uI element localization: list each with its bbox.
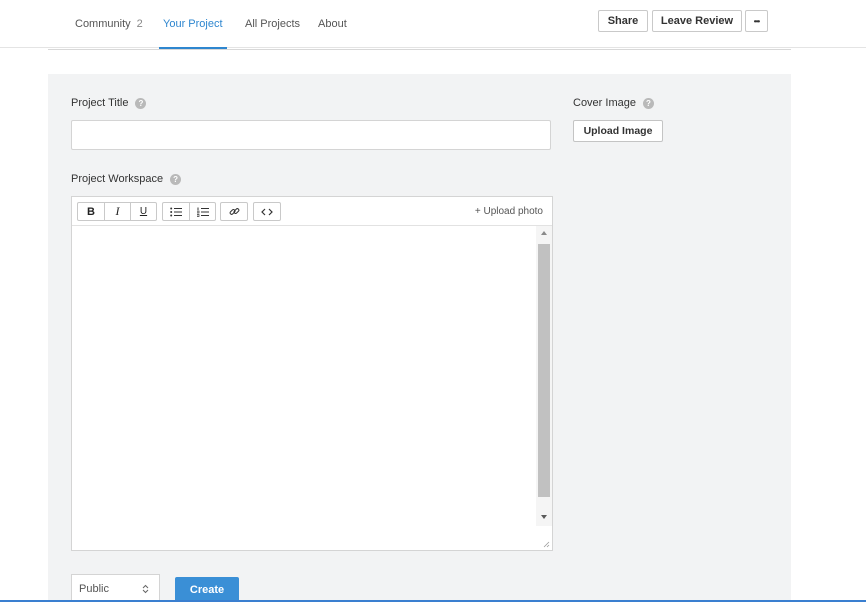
code-icon (261, 208, 273, 215)
project-title-label: Project Title ? (71, 97, 147, 109)
more-icon: ••• (753, 16, 760, 26)
share-button-label: Share (607, 15, 639, 27)
cover-image-label: Cover Image ? (573, 97, 654, 109)
create-button[interactable]: Create (175, 577, 239, 602)
project-workspace-label: Project Workspace ? (71, 173, 182, 185)
help-icon[interactable]: ? (642, 97, 654, 109)
bulleted-list-icon (170, 207, 182, 216)
create-button-label: Create (189, 583, 225, 596)
numbered-list-icon (196, 207, 209, 217)
project-title-label-text: Project Title (71, 97, 129, 109)
upload-photo-link[interactable]: + Upload photo (475, 197, 543, 225)
tab-community-label: Community (75, 18, 131, 30)
leave-review-button[interactable]: Leave Review (652, 10, 742, 32)
share-button[interactable]: Share (598, 10, 648, 32)
workspace-editor: B I U + Upload photo (71, 196, 553, 551)
cover-image-label-text: Cover Image (573, 97, 636, 109)
link-button-group (220, 202, 248, 221)
upload-photo-label: + Upload photo (474, 205, 543, 217)
project-workspace-label-text: Project Workspace (71, 173, 164, 185)
code-button[interactable] (254, 203, 280, 220)
tab-all-projects-label: All Projects (245, 18, 301, 30)
tab-all-projects[interactable]: All Projects (245, 0, 300, 48)
underline-button[interactable]: U (130, 203, 156, 220)
editor-scrollbar[interactable] (536, 226, 552, 526)
editor-toolbar: B I U + Upload photo (72, 197, 552, 226)
tab-your-project-label: Your Project (163, 18, 223, 30)
italic-button[interactable]: I (104, 203, 130, 220)
italic-icon: I (115, 204, 120, 218)
scrollbar-thumb[interactable] (538, 244, 550, 497)
resize-handle-icon[interactable] (542, 540, 550, 548)
bulleted-list-button[interactable] (163, 203, 189, 220)
workspace-text-area[interactable] (72, 226, 536, 550)
upload-image-button-label: Upload Image (583, 125, 653, 137)
visibility-value: Public (79, 582, 109, 595)
upload-image-button[interactable]: Upload Image (573, 120, 663, 142)
scroll-down-icon[interactable] (541, 515, 547, 519)
tab-community[interactable]: Community 2 (75, 0, 143, 48)
list-button-group (162, 202, 216, 221)
code-button-group (253, 202, 281, 221)
numbered-list-button[interactable] (189, 203, 215, 220)
leave-review-button-label: Leave Review (660, 15, 734, 27)
underline-icon: U (139, 206, 148, 217)
help-icon[interactable]: ? (135, 97, 147, 109)
help-icon[interactable]: ? (170, 173, 182, 185)
community-count-badge: 2 (136, 18, 143, 30)
scroll-up-icon[interactable] (541, 231, 547, 235)
tab-your-project[interactable]: Your Project (159, 0, 227, 49)
insert-link-button[interactable] (221, 203, 247, 220)
divider (48, 49, 791, 50)
more-options-button[interactable]: ••• (745, 10, 768, 32)
tab-about-label: About (318, 18, 347, 30)
select-arrows-icon (142, 584, 149, 594)
bold-icon: B (87, 205, 95, 218)
bold-button[interactable]: B (78, 203, 104, 220)
tab-about[interactable]: About (318, 0, 347, 48)
link-icon (229, 208, 239, 215)
project-title-input[interactable] (71, 120, 551, 150)
visibility-select[interactable]: Public (71, 574, 160, 602)
top-nav: Community 2 Your Project All Projects Ab… (0, 0, 866, 49)
format-button-group: B I U (77, 202, 157, 221)
